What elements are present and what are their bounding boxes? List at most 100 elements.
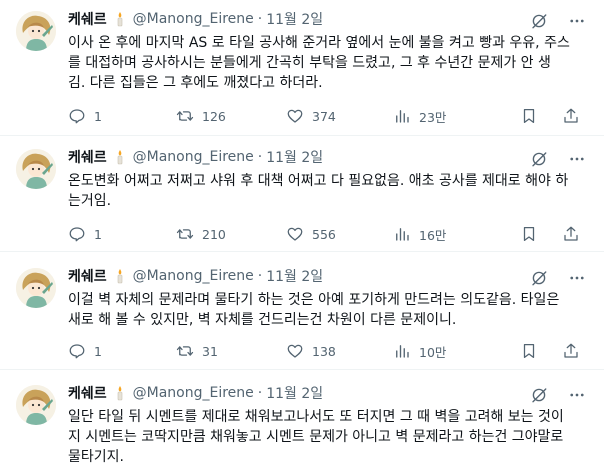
tweet-date[interactable]: 11월 2일: [266, 266, 323, 286]
like-count: 374: [312, 108, 336, 124]
reply-count: 1: [94, 343, 102, 359]
tweet-text-line: 를 대접하며 공사하시는 분들에게 간곡히 부탁을 드렸고, 그 후 수년간 문…: [68, 55, 551, 71]
author-name[interactable]: 케쉐르: [68, 383, 107, 403]
share-button[interactable]: [562, 224, 580, 244]
views-icon: [393, 107, 411, 125]
bookmark-button[interactable]: [520, 224, 538, 244]
separator-dot: ·: [257, 385, 263, 401]
avatar[interactable]: [16, 149, 56, 189]
tweet-text-line: 물타기지.: [68, 449, 124, 465]
grok-icon[interactable]: [530, 150, 548, 168]
view-count: 23만: [419, 109, 447, 125]
tweet-text-line: 일단 타일 뒤 시멘트를 제대로 채워보고나서도 또 터지면 그 때 벽을 고려…: [68, 409, 564, 425]
share-icon: [562, 107, 580, 125]
like-count: 138: [312, 343, 336, 359]
like-button[interactable]: 556: [286, 224, 336, 244]
tweet-header: 케쉐르 @Manong_Eirene · 11월 2일: [68, 383, 323, 403]
tweet-actions: 1 126 374 23만: [68, 106, 593, 126]
retweet-button[interactable]: 126: [176, 106, 226, 126]
reply-button[interactable]: 1: [68, 224, 102, 244]
separator-dot: ·: [257, 149, 263, 165]
author-name[interactable]: 케쉐르: [68, 147, 107, 167]
reply-icon: [68, 225, 86, 243]
grok-icon[interactable]: [530, 386, 548, 404]
retweet-icon: [176, 107, 194, 125]
author-handle[interactable]: @Manong_Eirene: [133, 385, 254, 401]
avatar[interactable]: [16, 385, 56, 425]
author-handle[interactable]: @Manong_Eirene: [133, 149, 254, 165]
more-icon[interactable]: [568, 269, 586, 287]
tweet[interactable]: 케쉐르 @Manong_Eirene · 11월 2일 이사 온 후에 마지막 …: [0, 0, 604, 136]
avatar-illustration: [16, 268, 56, 308]
tweet-text: 이걸 벽 자체의 문제라며 물타기 하는 것은 아예 포기하게 만드려는 의도같…: [68, 290, 590, 330]
tweet-text: 일단 타일 뒤 시멘트를 제대로 채워보고나서도 또 터지면 그 때 벽을 고려…: [68, 407, 590, 467]
bookmark-icon: [520, 225, 538, 243]
views-button[interactable]: 16만: [393, 224, 446, 244]
grok-icon[interactable]: [530, 12, 548, 30]
like-icon: [286, 107, 304, 125]
tweet-text-line: 새로 해 볼 수 있지만, 벽 자체를 건드리는건 차원이 다른 문제이니.: [68, 312, 457, 328]
tweet-header: 케쉐르 @Manong_Eirene · 11월 2일: [68, 266, 323, 286]
more-icon[interactable]: [568, 12, 586, 30]
bookmark-icon: [520, 107, 538, 125]
tweet[interactable]: 케쉐르 @Manong_Eirene · 11월 2일 온도변화 어쩌고 저쩌고…: [0, 138, 604, 252]
retweet-count: 210: [202, 226, 226, 242]
views-icon: [393, 225, 411, 243]
tweet-date[interactable]: 11월 2일: [266, 383, 323, 403]
retweet-count: 31: [202, 343, 218, 359]
views-button[interactable]: 10만: [393, 341, 446, 361]
more-icon[interactable]: [568, 150, 586, 168]
tweet-actions: 1 210 556 16만: [68, 224, 593, 244]
avatar-illustration: [16, 385, 56, 425]
candle-emoji-icon: [113, 149, 127, 165]
grok-icon[interactable]: [530, 269, 548, 287]
candle-emoji-icon: [113, 11, 127, 27]
tweet-text-line: 는거임.: [68, 193, 112, 209]
author-name[interactable]: 케쉐르: [68, 266, 107, 286]
author-handle[interactable]: @Manong_Eirene: [133, 268, 254, 284]
author-handle[interactable]: @Manong_Eirene: [133, 11, 254, 27]
tweet-text-line: 이사 온 후에 마지막 AS 로 타일 공사해 준거라 옆에서 눈에 불을 켜고…: [68, 35, 570, 51]
reply-count: 1: [94, 108, 102, 124]
views-icon: [393, 342, 411, 360]
tweet-text: 온도변화 어쩌고 저쩌고 샤워 후 대책 어쩌고 다 필요없음. 애초 공사를 …: [68, 171, 590, 211]
share-button[interactable]: [562, 106, 580, 126]
like-icon: [286, 342, 304, 360]
reply-button[interactable]: 1: [68, 341, 102, 361]
retweet-icon: [176, 225, 194, 243]
retweet-button[interactable]: 210: [176, 224, 226, 244]
tweet[interactable]: 케쉐르 @Manong_Eirene · 11월 2일 일단 타일 뒤 시멘트를…: [0, 374, 604, 465]
views-button[interactable]: 23만: [393, 106, 446, 126]
share-icon: [562, 342, 580, 360]
tweet[interactable]: 케쉐르 @Manong_Eirene · 11월 2일 이걸 벽 자체의 문제라…: [0, 257, 604, 370]
tweet-date[interactable]: 11월 2일: [266, 147, 323, 167]
separator-dot: ·: [257, 268, 263, 284]
retweet-button[interactable]: 31: [176, 341, 218, 361]
share-button[interactable]: [562, 341, 580, 361]
like-button[interactable]: 374: [286, 106, 336, 126]
like-button[interactable]: 138: [286, 341, 336, 361]
bookmark-button[interactable]: [520, 341, 538, 361]
bookmark-button[interactable]: [520, 106, 538, 126]
retweet-count: 126: [202, 108, 226, 124]
tweet-text-line: 지 시멘트는 코딱지만큼 채워놓고 시멘트 문제가 아니고 벽 문제라고 하는건…: [68, 429, 564, 445]
separator-dot: ·: [257, 11, 263, 27]
like-count: 556: [312, 226, 336, 242]
reply-count: 1: [94, 226, 102, 242]
author-name[interactable]: 케쉐르: [68, 9, 107, 29]
tweet-header: 케쉐르 @Manong_Eirene · 11월 2일: [68, 147, 323, 167]
avatar[interactable]: [16, 11, 56, 51]
more-icon[interactable]: [568, 386, 586, 404]
reply-icon: [68, 107, 86, 125]
avatar[interactable]: [16, 268, 56, 308]
tweet-text-line: 김. 다른 집들은 그 후에도 깨졌다고 하더라.: [68, 75, 323, 91]
avatar-illustration: [16, 149, 56, 189]
reply-icon: [68, 342, 86, 360]
candle-emoji-icon: [113, 268, 127, 284]
tweet-date[interactable]: 11월 2일: [266, 9, 323, 29]
avatar-illustration: [16, 11, 56, 51]
retweet-icon: [176, 342, 194, 360]
tweet-text: 이사 온 후에 마지막 AS 로 타일 공사해 준거라 옆에서 눈에 불을 켜고…: [68, 33, 590, 93]
tweet-text-line: 온도변화 어쩌고 저쩌고 샤워 후 대책 어쩌고 다 필요없음. 애초 공사를 …: [68, 173, 569, 189]
reply-button[interactable]: 1: [68, 106, 102, 126]
